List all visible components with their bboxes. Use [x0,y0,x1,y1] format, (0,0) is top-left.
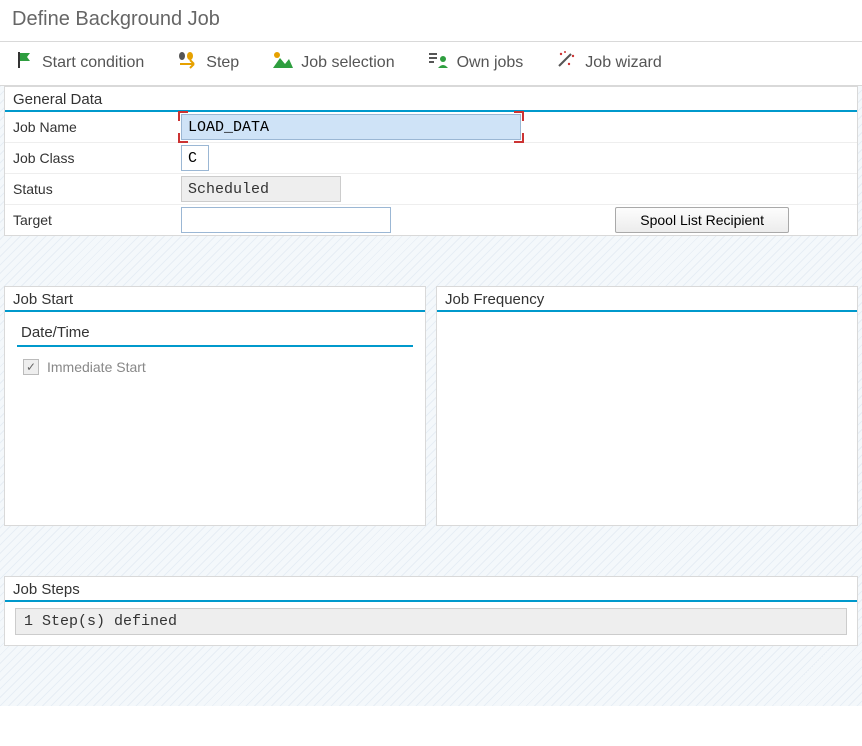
footsteps-icon [176,50,198,75]
section-title: Job Frequency [437,287,857,312]
section-title: Job Start [5,287,425,312]
job-frequency-panel: Job Frequency [436,286,858,526]
status-field [181,176,341,202]
mountain-icon [271,50,293,75]
section-title: General Data [5,87,857,112]
field-label: Job Class [13,150,173,166]
toolbar-label: Step [206,54,239,72]
field-label: Target [13,212,173,228]
person-list-icon [427,50,449,75]
wand-icon [555,50,577,75]
job-steps-panel: Job Steps 1 Step(s) defined [4,576,858,646]
checkbox-label: Immediate Start [47,359,146,375]
job-name-input[interactable] [181,114,521,140]
flag-icon [14,50,34,75]
toolbar-label: Job wizard [585,54,661,72]
job-selection-button[interactable]: Job selection [271,50,394,75]
step-button[interactable]: Step [176,50,239,75]
spool-list-recipient-button[interactable]: Spool List Recipient [615,207,789,233]
general-data-panel: General Data Job Name Job Class Status T… [4,86,858,236]
steps-readout: 1 Step(s) defined [15,608,847,635]
toolbar-label: Start condition [42,54,144,72]
job-class-input[interactable] [181,145,209,171]
page-title: Define Background Job [0,0,862,42]
own-jobs-button[interactable]: Own jobs [427,50,524,75]
job-start-panel: Job Start Date/Time ✓ Immediate Start [4,286,426,526]
toolbar: Start condition Step Job selection Own j… [0,42,862,86]
target-input[interactable] [181,207,391,233]
field-label: Status [13,181,173,197]
start-condition-button[interactable]: Start condition [14,50,144,75]
section-title: Job Steps [5,577,857,602]
subsection-title: Date/Time [11,318,419,345]
job-wizard-button[interactable]: Job wizard [555,50,661,75]
toolbar-label: Own jobs [457,54,524,72]
field-label: Job Name [13,119,173,135]
checkmark-icon: ✓ [23,359,39,375]
toolbar-label: Job selection [301,54,394,72]
